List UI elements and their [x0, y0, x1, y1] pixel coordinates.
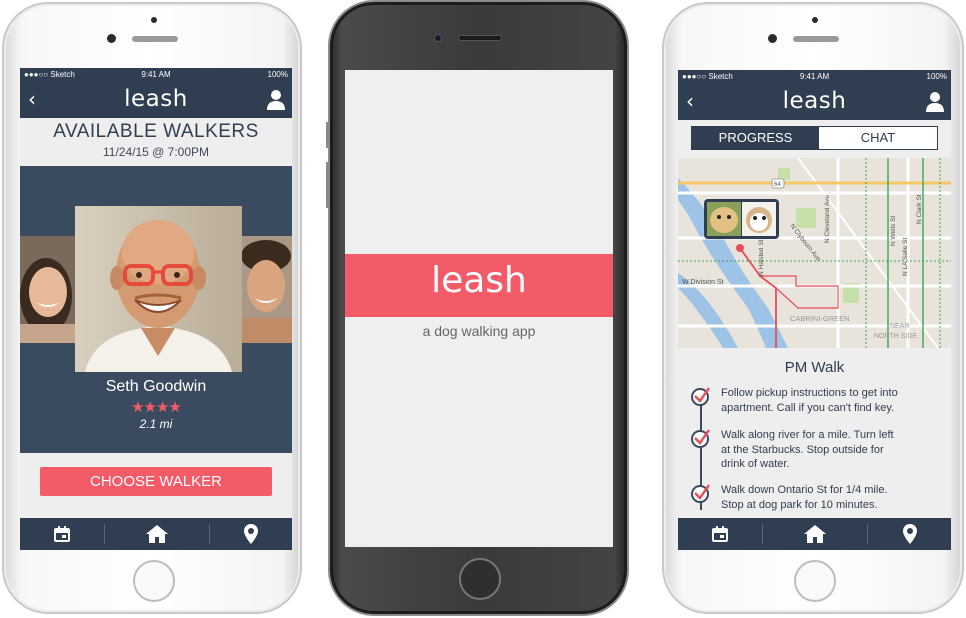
clock-label: 9:41 AM	[141, 70, 171, 79]
home-button[interactable]	[459, 558, 501, 600]
nav-bar: ‹ leash	[678, 84, 951, 120]
home-button[interactable]	[794, 560, 836, 602]
clock-label: 9:41 AM	[799, 72, 830, 81]
earpiece-speaker	[458, 35, 502, 41]
bottom-tab-bar	[20, 518, 292, 550]
battery-label: 100%	[926, 72, 947, 81]
walk-step-line: apartment. Call if you can't find key.	[721, 401, 895, 414]
earpiece-speaker	[793, 36, 839, 42]
walk-step-line: Walk along river for a mile. Turn left	[721, 429, 894, 441]
walk-date: 11/24/15 @ 7:00PM	[102, 145, 210, 159]
map-label-lasalle: N LA Salle St	[902, 238, 909, 276]
check-circle-icon[interactable]	[691, 386, 711, 406]
phone-right: ●●●○○ Sketch 9:41 AM 100% ‹ leash PROGRE…	[662, 2, 964, 614]
side-button	[326, 162, 329, 208]
map-label-near: NEAR	[890, 323, 909, 330]
walk-title: PM Walk	[784, 359, 845, 376]
walk-step-text: Follow pickup instructions to get into a…	[721, 386, 945, 415]
home-button[interactable]	[133, 560, 175, 602]
calendar-icon	[54, 526, 70, 542]
page-title: AVAILABLE WALKERS	[53, 121, 259, 142]
splash-logo: leash	[431, 260, 527, 301]
tab-calendar[interactable]	[20, 518, 104, 550]
nav-bar: ‹ leash	[20, 82, 292, 118]
tab-home[interactable]	[105, 518, 209, 550]
home-icon	[804, 525, 826, 543]
map-label-route-64: 64	[774, 182, 781, 188]
location-pin-icon	[902, 524, 917, 544]
segmented-control: PROGRESS CHAT	[691, 126, 938, 150]
user-profile-icon[interactable]	[266, 89, 286, 111]
walker-photo-prev[interactable]	[20, 236, 75, 343]
camera-dot	[812, 17, 818, 23]
home-icon	[146, 525, 168, 543]
rating-stars: ★★★★	[131, 398, 182, 416]
walker-photo-next[interactable]	[242, 236, 292, 343]
side-button	[326, 122, 329, 148]
walk-step-line: drink of water.	[721, 458, 790, 470]
tab-location[interactable]	[210, 518, 292, 550]
map-label-division: W Division St	[682, 279, 724, 286]
status-bar: ●●●○○ Sketch 9:41 AM 100%	[20, 68, 292, 82]
screen-splash: leash a dog walking app	[345, 70, 613, 547]
walker-name: Seth Goodwin	[105, 378, 207, 395]
check-circle-icon[interactable]	[691, 483, 711, 503]
walk-step-line: Walk down Ontario St for 1/4 mile.	[721, 484, 888, 496]
phone-center: leash a dog walking app	[326, 0, 629, 616]
location-pin-icon	[244, 524, 258, 544]
tab-location[interactable]	[868, 518, 951, 550]
bottom-tab-bar	[678, 518, 951, 550]
front-camera	[107, 34, 116, 43]
map-label-halsted: N Halsted St	[758, 239, 765, 276]
screen-available-walkers: ●●●○○ Sketch 9:41 AM 100% ‹ leash AVAILA…	[20, 68, 292, 550]
choose-walker-button[interactable]: CHOOSE WALKER	[40, 467, 272, 496]
tab-home[interactable]	[763, 518, 867, 550]
walk-step-line: Stop at dog park for 10 minutes.	[721, 498, 878, 511]
screen-walk-progress: ●●●○○ Sketch 9:41 AM 100% ‹ leash PROGRE…	[678, 70, 951, 550]
front-camera	[768, 34, 777, 43]
splash-tagline: a dog walking app	[422, 323, 536, 339]
map-label-cleveland: N Cleveland Ave	[824, 195, 831, 243]
front-camera	[434, 34, 442, 42]
tab-chat[interactable]: CHAT	[819, 127, 937, 149]
walk-step-line: Follow pickup instructions to get into	[721, 387, 898, 399]
walk-map[interactable]: W Division St CABRINI-GREEN NEAR NORTH S…	[678, 157, 951, 349]
leash-logo: leash	[124, 86, 188, 112]
map-label-cabrini: CABRINI-GREEN	[790, 314, 850, 323]
walk-step-text: Walk along river for a mile. Turn left a…	[721, 428, 945, 472]
map-label-north-side: NORTH SIDE	[874, 333, 917, 340]
map-label-clark: N Clark St	[916, 194, 923, 224]
status-bar: ●●●○○ Sketch 9:41 AM 100%	[678, 70, 951, 84]
tab-calendar[interactable]	[678, 518, 762, 550]
walker-distance: 2.1 mi	[139, 417, 173, 431]
battery-label: 100%	[267, 70, 288, 79]
camera-dot	[151, 17, 157, 23]
map-label-wells: N Wells St	[890, 216, 897, 246]
walk-step-line: at the Starbucks. Stop outside for	[721, 443, 884, 456]
phone-left: ●●●○○ Sketch 9:41 AM 100% ‹ leash AVAILA…	[2, 2, 302, 614]
calendar-icon	[712, 526, 728, 542]
tab-progress[interactable]: PROGRESS	[692, 127, 819, 149]
earpiece-speaker	[132, 36, 178, 42]
walker-photo-main[interactable]	[75, 206, 242, 372]
leash-logo: leash	[782, 88, 847, 114]
walk-step-text: Walk down Ontario St for 1/4 mile. Stop …	[721, 483, 945, 512]
user-profile-icon[interactable]	[925, 91, 945, 113]
check-circle-icon[interactable]	[691, 428, 711, 448]
